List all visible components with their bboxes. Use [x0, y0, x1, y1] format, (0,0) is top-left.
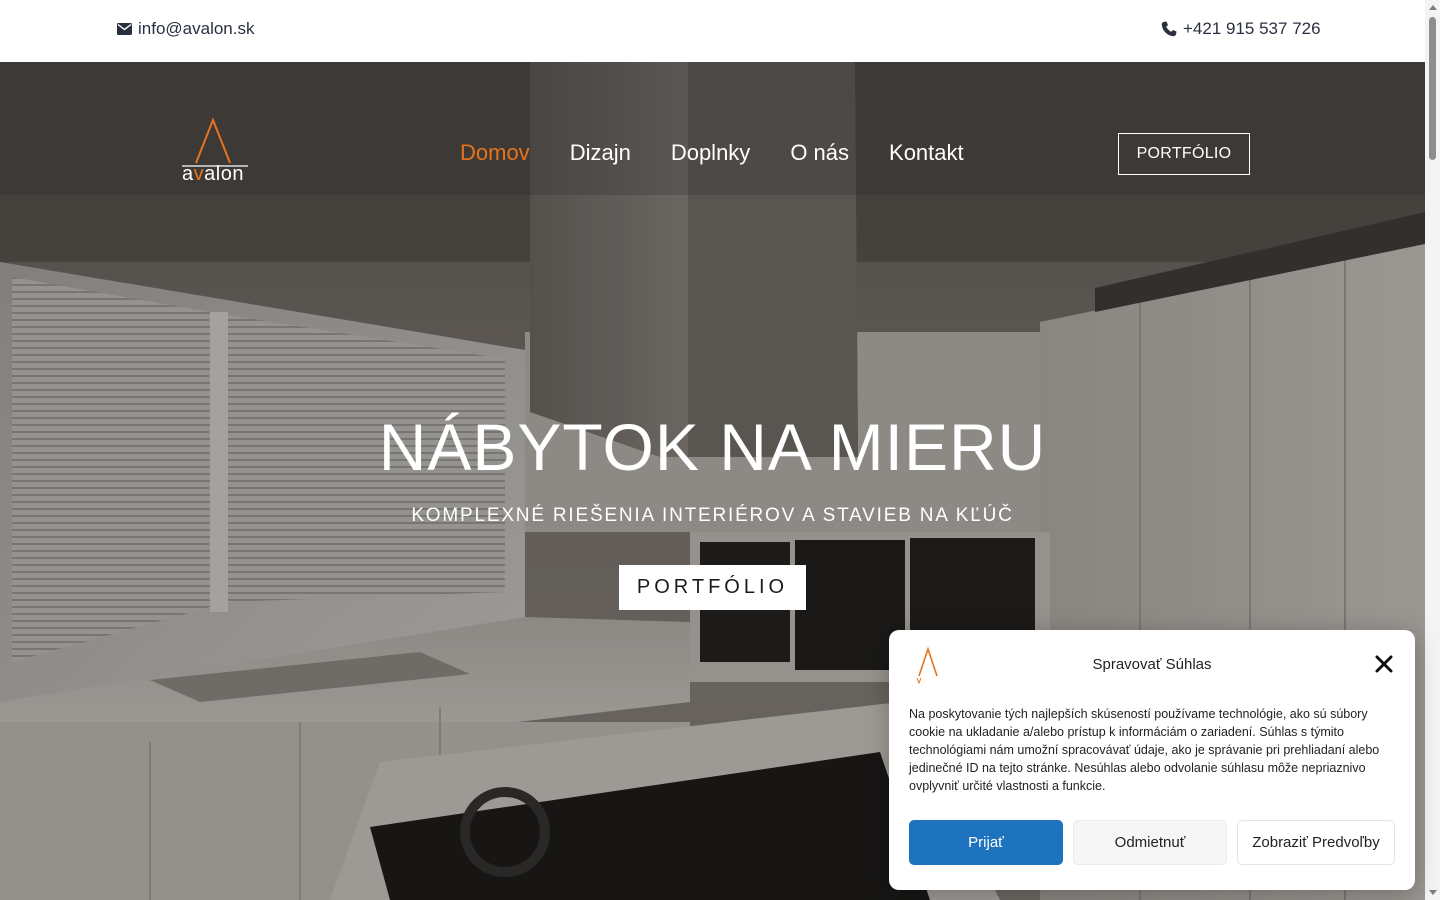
nav-item-domov[interactable]: Domov — [460, 140, 530, 166]
page-scrollbar[interactable] — [1425, 0, 1440, 900]
cookie-dialog-body: Na poskytovanie tých najlepších skúsenos… — [909, 707, 1380, 793]
hero-portfolio-button[interactable]: PORTFÓLIO — [619, 565, 806, 610]
close-icon[interactable] — [1375, 655, 1393, 673]
email-text: info@avalon.sk — [138, 19, 255, 38]
hero-title: NÁBYTOK NA MIERU — [378, 410, 1047, 484]
envelope-icon — [117, 23, 132, 35]
phone-text: +421 915 537 726 — [1183, 19, 1321, 38]
nav-item-o-nas[interactable]: O nás — [790, 140, 849, 166]
cookie-dialog-title: Spravovať Súhlas — [1092, 656, 1212, 673]
view-preferences-button[interactable]: Zobraziť Predvoľby — [1237, 820, 1395, 865]
hero-subtitle: KOMPLEXNÉ RIEŠENIA INTERIÉROV A STAVIEB … — [411, 505, 1014, 526]
nav-item-dizajn[interactable]: Dizajn — [570, 140, 631, 166]
nav-item-kontakt[interactable]: Kontakt — [889, 140, 964, 166]
top-contact-bar: info@avalon.sk +421 915 537 726 — [0, 0, 1425, 62]
main-header: avalon Domov Dizajn Doplnky O nás Kontak… — [0, 62, 1425, 195]
nav-item-doplnky[interactable]: Doplnky — [671, 140, 750, 166]
main-nav: Domov Dizajn Doplnky O nás Kontakt — [460, 140, 964, 166]
scroll-up-arrow-icon[interactable] — [1429, 5, 1437, 10]
logo-wordmark-accent: v — [193, 163, 205, 185]
logo-wordmark-suffix: alon — [204, 163, 244, 185]
deny-button[interactable]: Odmietnuť — [1073, 820, 1227, 865]
phone-link[interactable]: +421 915 537 726 — [1161, 19, 1321, 39]
logo-wordmark-prefix: a — [182, 163, 194, 185]
email-link[interactable]: info@avalon.sk — [117, 19, 255, 39]
logo-wordmark: avalon — [182, 163, 244, 186]
cookie-consent-dialog: Spravovať Súhlas Na poskytovanie tých na… — [889, 630, 1415, 890]
scroll-thumb[interactable] — [1429, 17, 1436, 160]
accept-button[interactable]: Prijať — [909, 820, 1063, 865]
header-portfolio-button[interactable]: PORTFÓLIO — [1118, 133, 1250, 175]
scroll-down-arrow-icon[interactable] — [1429, 890, 1437, 895]
phone-icon — [1161, 21, 1177, 37]
